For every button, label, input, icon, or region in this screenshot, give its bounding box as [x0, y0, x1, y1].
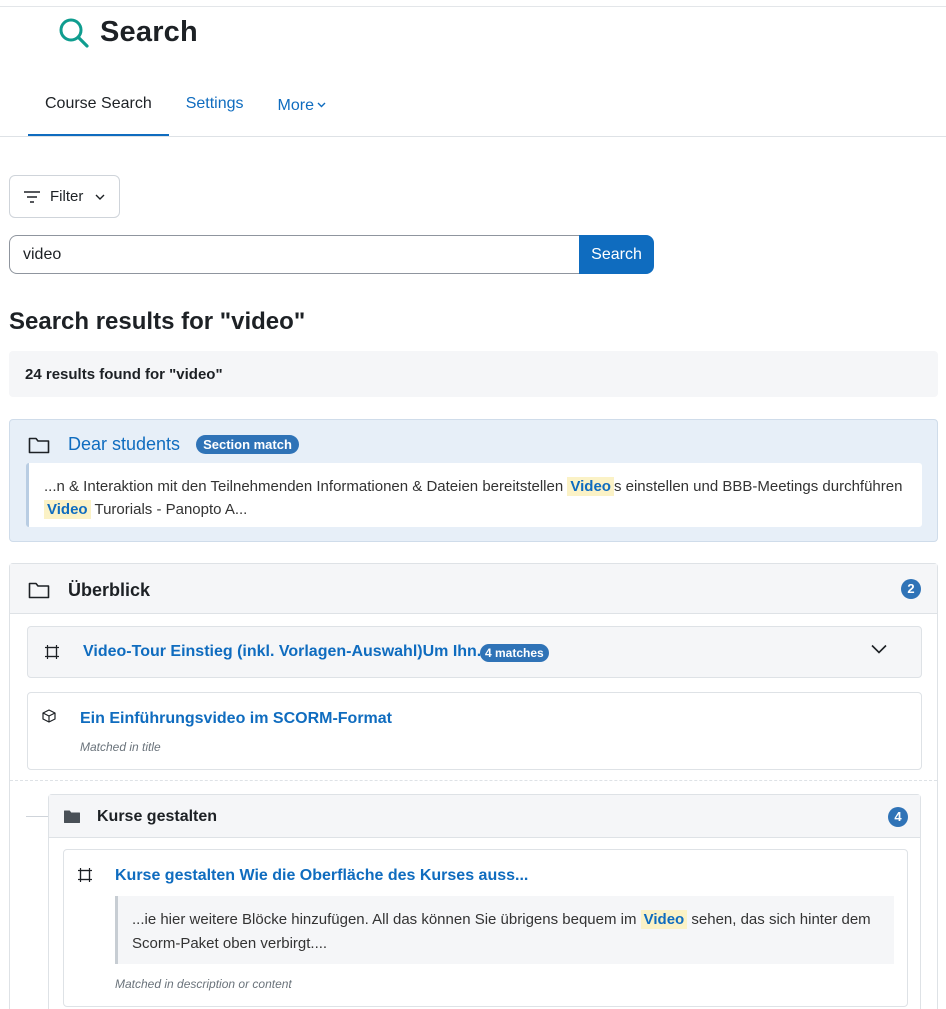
tab-label: More — [277, 97, 314, 114]
search-input[interactable] — [9, 235, 579, 274]
section-match-badge: Section match — [196, 435, 299, 454]
tabs-divider — [0, 136, 946, 137]
dashed-divider — [10, 780, 937, 781]
section-title-link[interactable]: Dear students — [68, 434, 180, 455]
tab-label: Course Search — [45, 95, 152, 112]
result-item-scorm[interactable]: Ein Einführungsvideo im SCORM-Format Mat… — [27, 692, 922, 770]
folder-filled-icon — [64, 810, 80, 823]
tree-connector — [26, 816, 48, 817]
section-match-header: Dear students Section match — [28, 434, 299, 455]
chevron-down-icon[interactable] — [871, 644, 887, 654]
result-item-kurse-gestalten[interactable]: Kurse gestalten Wie die Oberfläche des K… — [63, 849, 908, 1007]
tab-settings[interactable]: Settings — [169, 84, 261, 137]
subsection-title: Kurse gestalten — [97, 808, 218, 825]
matches-badge: 4 matches — [480, 644, 549, 662]
highlight-term: Video — [44, 500, 91, 519]
filter-button[interactable]: Filter — [9, 175, 120, 218]
scorm-package-icon — [42, 709, 56, 723]
excerpt-text: ...ie hier weitere Blöcke hinzufügen. Al… — [132, 911, 637, 928]
subsection-header: Kurse gestalten 4 — [49, 795, 920, 838]
tab-label: Settings — [185, 95, 244, 112]
page-resource-icon — [45, 645, 59, 659]
filter-lines-icon — [24, 190, 40, 203]
results-heading: Search results for "video" — [9, 308, 306, 335]
top-border — [0, 6, 946, 7]
excerpt-text: s einstellen und BBB-Meetings durchführe… — [613, 478, 903, 495]
result-excerpt: ...ie hier weitere Blöcke hinzufügen. Al… — [115, 896, 894, 964]
highlight-term: Video — [640, 910, 688, 929]
section-excerpt: ...n & Interaktion mit den Teilnehmenden… — [26, 463, 922, 527]
excerpt-text: Turorials - Panopto A... — [94, 501, 248, 518]
result-count-badge: 4 — [888, 807, 908, 827]
match-meta: Matched in title — [80, 740, 161, 754]
page-title: Search — [100, 16, 198, 48]
results-summary: 24 results found for "video" — [9, 351, 938, 397]
tab-more[interactable]: More — [261, 84, 343, 137]
section-title: Überblick — [68, 580, 151, 600]
search-icon — [59, 18, 89, 48]
result-title-link[interactable]: Ein Einführungsvideo im SCORM-Format — [80, 710, 392, 728]
search-button[interactable]: Search — [579, 235, 654, 274]
filter-label: Filter — [50, 188, 84, 205]
secondary-navigation: Course Search Settings More — [28, 84, 343, 137]
excerpt-text: ...n & Interaktion mit den Teilnehmenden… — [44, 478, 564, 495]
chevron-down-icon — [317, 95, 326, 113]
subsection-card-kurse-gestalten: Kurse gestalten 4 Kurse gestalten Wie di… — [48, 794, 921, 1009]
page-header: Search — [58, 16, 198, 49]
section-card-overview: Überblick 2 Video-Tour Einstieg (inkl. V… — [9, 563, 938, 1009]
chevron-down-icon — [95, 194, 105, 200]
result-count-badge: 2 — [901, 579, 921, 599]
search-form: Search — [9, 235, 654, 274]
result-title-link[interactable]: Video-Tour Einstieg (inkl. Vorlagen-Ausw… — [83, 643, 490, 661]
result-title-link[interactable]: Kurse gestalten Wie die Oberfläche des K… — [115, 867, 528, 885]
highlight-term: Video — [567, 477, 614, 496]
section-match-card: Dear students Section match ...n & Inter… — [9, 419, 938, 542]
folder-outline-icon — [28, 437, 50, 453]
tab-course-search[interactable]: Course Search — [28, 84, 169, 137]
page-resource-icon — [78, 868, 92, 882]
match-meta: Matched in description or content — [115, 977, 292, 991]
folder-outline-icon — [28, 582, 50, 599]
section-header: Überblick 2 — [10, 564, 937, 614]
result-item-video-tour[interactable]: Video-Tour Einstieg (inkl. Vorlagen-Ausw… — [27, 626, 922, 678]
